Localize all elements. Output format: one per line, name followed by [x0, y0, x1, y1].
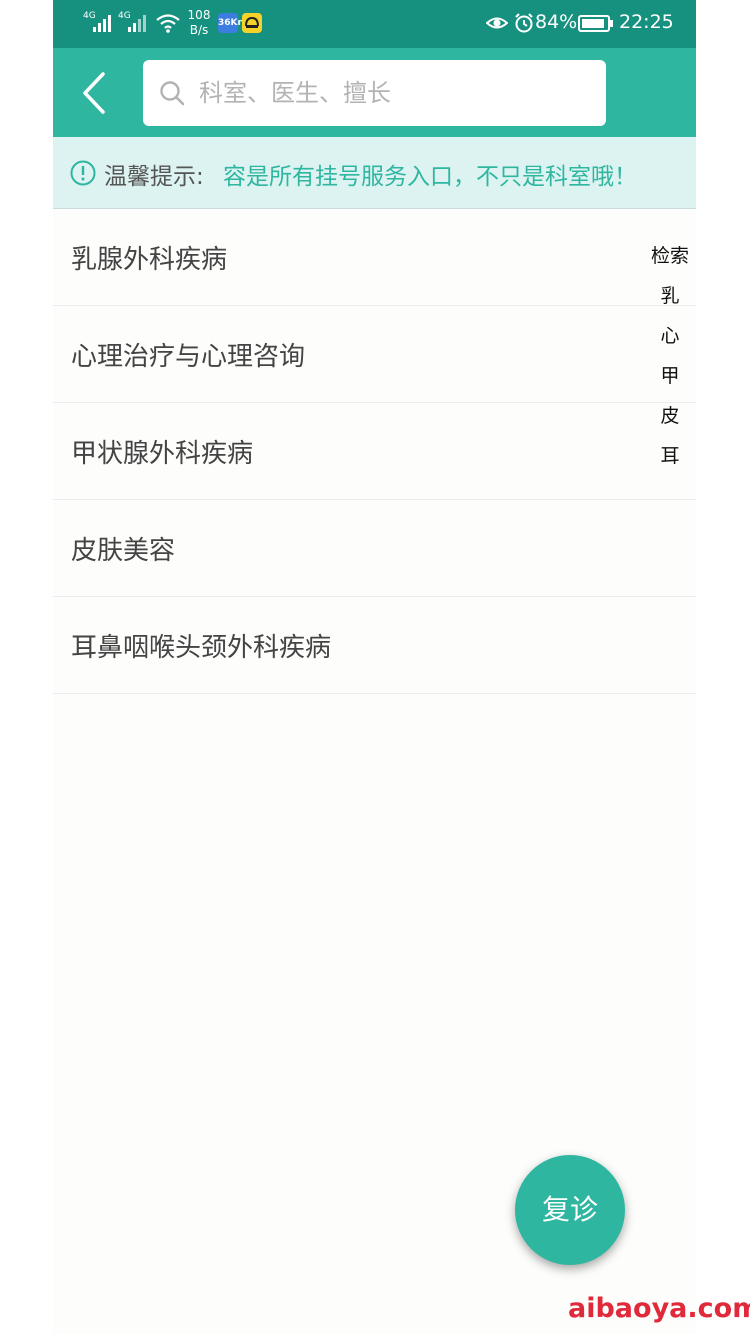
index-item[interactable]: 心 — [645, 316, 695, 356]
tip-text: 容是所有挂号服务入口，不只是科室哦！ — [223, 164, 637, 190]
network-speed-unit: B/s — [189, 23, 209, 37]
wifi-icon — [156, 14, 180, 33]
department-list: 乳腺外科疾病 心理治疗与心理咨询 甲状腺外科疾病 皮肤美容 耳鼻咽喉头颈外科疾病 — [53, 209, 696, 694]
signal-icon — [128, 15, 146, 32]
notification-app-icon — [242, 13, 262, 33]
chevron-left-icon — [83, 72, 105, 114]
index-sidebar: 检索 乳 心 甲 皮 耳 — [645, 236, 695, 476]
tip-banner: 温馨提示: 容是所有挂号服务入口，不只是科室哦！ — [53, 137, 696, 209]
battery-percentage: 84% — [535, 11, 578, 33]
search-box[interactable] — [143, 60, 606, 126]
battery-icon — [578, 15, 613, 32]
app-screen: 4G 4G 108 B/s 36Kr 84% 22:25 科室、医生、擅长 温馨… — [53, 0, 696, 1334]
signal-icon — [93, 15, 111, 32]
list-item[interactable]: 耳鼻咽喉头颈外科疾病 — [53, 597, 696, 694]
clock: 22:25 — [619, 11, 674, 33]
department-name: 乳腺外科疾病 — [71, 245, 228, 275]
index-item-search[interactable]: 检索 — [645, 236, 695, 276]
search-icon — [160, 81, 185, 106]
department-name: 心理治疗与心理咨询 — [71, 342, 306, 372]
watermark: aibaoya.com — [568, 1293, 750, 1324]
list-item[interactable]: 皮肤美容 — [53, 500, 696, 597]
network-speed-value: 108 — [187, 8, 211, 22]
index-item[interactable]: 乳 — [645, 276, 695, 316]
list-item[interactable]: 乳腺外科疾病 — [53, 209, 696, 306]
alarm-clock-icon — [515, 13, 533, 33]
index-item[interactable]: 甲 — [645, 356, 695, 396]
status-bar: 4G 4G 108 B/s 36Kr 84% 22:25 — [53, 0, 696, 48]
screen: 4G 4G 108 B/s 36Kr 84% 22:25 科室、医生、擅长 温馨… — [0, 0, 750, 1334]
exclamation-circle-icon — [70, 160, 96, 186]
header-bar — [53, 48, 696, 137]
eye-icon — [486, 17, 508, 29]
department-name: 甲状腺外科疾病 — [71, 439, 254, 469]
network-speed: 108 B/s — [185, 8, 213, 38]
index-item[interactable]: 皮 — [645, 396, 695, 436]
department-name: 耳鼻咽喉头颈外科疾病 — [71, 633, 332, 663]
search-input[interactable] — [199, 70, 589, 116]
list-item[interactable]: 心理治疗与心理咨询 — [53, 306, 696, 403]
notification-app-icon: 36Kr — [218, 13, 242, 33]
tip-label: 温馨提示: — [104, 164, 204, 190]
revisit-button[interactable]: 复诊 — [515, 1155, 625, 1265]
list-item[interactable]: 甲状腺外科疾病 — [53, 403, 696, 500]
department-name: 皮肤美容 — [71, 536, 176, 566]
index-item[interactable]: 耳 — [645, 436, 695, 476]
back-button[interactable] — [73, 68, 117, 118]
